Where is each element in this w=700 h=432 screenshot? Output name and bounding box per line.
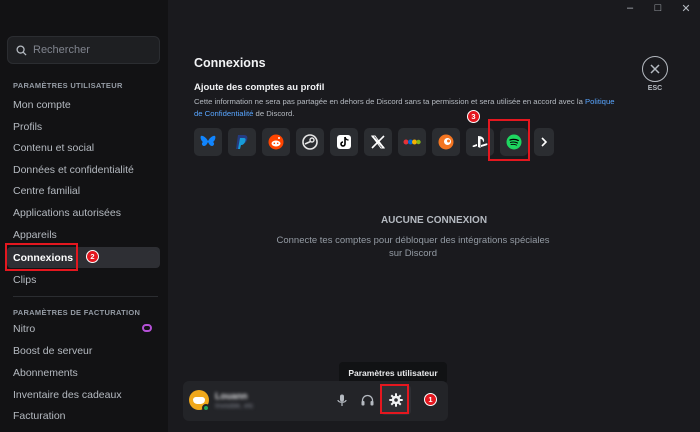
sidebar-item-mon-compte[interactable]: Mon compte [7, 94, 160, 115]
sidebar-divider [13, 296, 158, 297]
sidebar-item-label: Nitro [13, 322, 36, 335]
crunchyroll-button[interactable] [432, 128, 460, 156]
sidebar-item-profils[interactable]: Profils [7, 116, 160, 137]
search-icon [16, 44, 27, 56]
username: Louann [215, 391, 248, 401]
annotation-badge-2: 2 [86, 250, 99, 263]
close-settings-button[interactable] [642, 56, 668, 82]
sidebar-item-applications-autorisees[interactable]: Applications autorisées [7, 202, 160, 223]
search-box[interactable] [7, 36, 160, 64]
description-text: Cette information ne sera pas partagée e… [194, 97, 583, 106]
sidebar-item-facturation[interactable]: Facturation [7, 405, 160, 426]
privacy-description: Cette information ne sera pas partagée e… [194, 96, 624, 120]
annotation-badge-3: 3 [467, 110, 480, 123]
tiktok-icon [337, 135, 351, 149]
tiktok-button[interactable] [330, 128, 358, 156]
spotify-highlight-box [488, 119, 530, 161]
x-icon [371, 135, 385, 149]
settings-sidebar: PARAMÈTRES UTILISATEUR Mon compte Profil… [0, 0, 168, 432]
mute-button[interactable] [333, 391, 351, 409]
chevron-right-icon [541, 137, 548, 147]
bluesky-button[interactable] [194, 128, 222, 156]
sidebar-item-nitro[interactable]: Nitro [7, 318, 160, 339]
page-title: Connexions [194, 56, 266, 70]
sidebar-item-clips[interactable]: Clips [7, 269, 160, 290]
bluesky-icon [200, 135, 216, 146]
reddit-icon [268, 134, 284, 150]
user-settings-section-title: PARAMÈTRES UTILISATEUR [13, 81, 123, 90]
status-indicator [202, 404, 210, 412]
sidebar-item-abonnements[interactable]: Abonnements [7, 362, 160, 383]
esc-label: ESC [647, 85, 663, 92]
nitro-icon [142, 324, 152, 332]
search-input[interactable] [33, 44, 153, 56]
more-services-button[interactable] [534, 128, 554, 156]
sidebar-item-appareils[interactable]: Appareils [7, 224, 160, 245]
empty-state-description: Connecte tes comptes pour débloquer des … [276, 235, 550, 259]
sidebar-item-inventaire-cadeaux[interactable]: Inventaire des cadeaux [7, 384, 160, 405]
headphones-icon [361, 394, 373, 406]
paypal-icon [236, 135, 248, 149]
x-button[interactable] [364, 128, 392, 156]
empty-state-title: AUCUNE CONNEXION [380, 215, 488, 226]
steam-icon [302, 134, 318, 150]
microphone-icon [337, 394, 347, 406]
steam-button[interactable] [296, 128, 324, 156]
paypal-button[interactable] [228, 128, 256, 156]
section-subtitle: Ajoute des comptes au profil [194, 82, 325, 93]
sidebar-item-boost-serveur[interactable]: Boost de serveur [7, 340, 160, 361]
annotation-badge-1: 1 [424, 393, 437, 406]
connexions-highlight-box [5, 243, 78, 271]
gear-highlight-box [380, 384, 409, 414]
ebay-button[interactable] [398, 128, 426, 156]
playstation-icon [472, 136, 488, 148]
sidebar-item-contenu-social[interactable]: Contenu et social [7, 137, 160, 158]
sidebar-item-centre-familial[interactable]: Centre familial [7, 180, 160, 201]
description-end-text: de Discord. [255, 109, 295, 118]
deafen-button[interactable] [358, 391, 376, 409]
user-status-text: Invisible, etc [215, 403, 254, 410]
sidebar-item-donnees-confidentialite[interactable]: Données et confidentialité [7, 159, 160, 180]
ebay-icon [403, 139, 421, 145]
crunchyroll-icon [438, 134, 454, 150]
billing-section-title: PARAMÈTRES DE FACTURATION [13, 308, 141, 317]
close-icon [650, 64, 660, 74]
reddit-button[interactable] [262, 128, 290, 156]
